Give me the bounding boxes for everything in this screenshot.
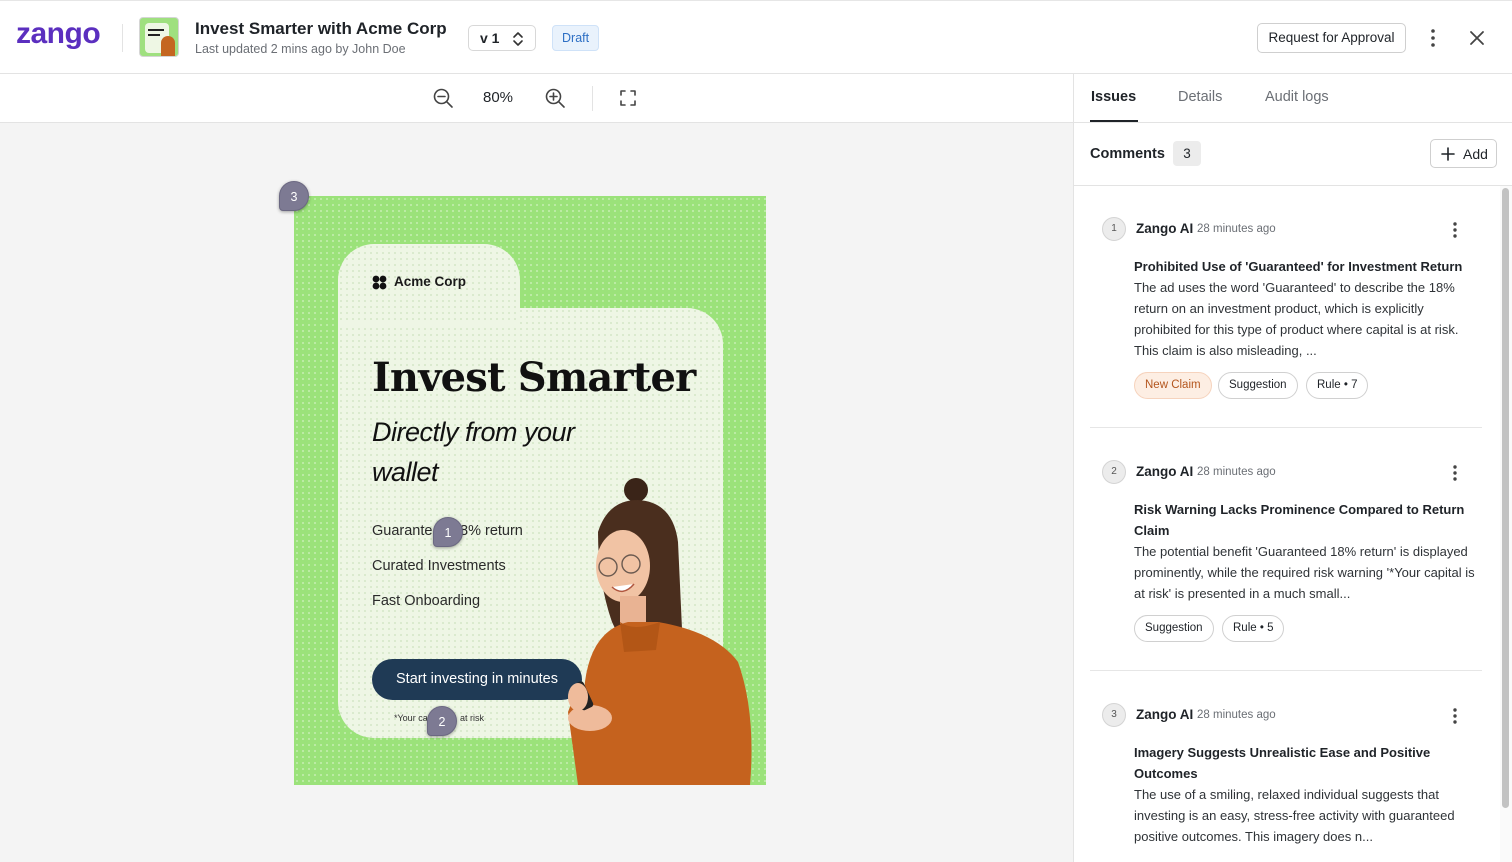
comments-header: Comments 3 Add	[1074, 123, 1512, 186]
canvas-toolbar: 80%	[0, 74, 1073, 123]
ad-risk-warning: *Your ca	[394, 713, 428, 723]
tag-rule[interactable]: Rule • 5	[1222, 615, 1285, 642]
version-selector[interactable]: v 1	[468, 25, 536, 51]
comment-divider	[1090, 670, 1482, 671]
tag-suggestion[interactable]: Suggestion	[1218, 372, 1298, 399]
annotation-pin-2[interactable]: 2	[427, 706, 457, 736]
comment-number: 3	[1102, 703, 1126, 727]
more-options-icon[interactable]	[1422, 26, 1444, 50]
add-label: Add	[1463, 146, 1488, 162]
annotation-pin-3[interactable]: 3	[279, 181, 309, 211]
tab-details[interactable]: Details	[1178, 89, 1222, 105]
ad-bullet-2: Curated Investments	[372, 558, 506, 574]
comment-card[interactable]: 2 Zango AI 28 minutes ago Risk Warning L…	[1090, 460, 1482, 670]
zoom-out-icon[interactable]	[432, 87, 454, 109]
version-label: v 1	[480, 30, 500, 46]
tab-audit-logs[interactable]: Audit logs	[1265, 89, 1329, 105]
person-with-phone-image	[568, 478, 752, 785]
toolbar-divider	[592, 86, 593, 111]
asset-thumbnail	[139, 17, 179, 57]
fullscreen-icon[interactable]	[618, 88, 638, 108]
comment-card[interactable]: 1 Zango AI 28 minutes ago Prohibited Use…	[1090, 217, 1482, 427]
acme-logo-icon	[372, 275, 387, 290]
comment-card[interactable]: 3 Zango AI 28 minutes ago Imagery Sugges…	[1090, 703, 1482, 862]
comment-divider	[1090, 427, 1482, 428]
comment-number: 2	[1102, 460, 1126, 484]
comment-title: Prohibited Use of 'Guaranteed' for Inves…	[1134, 259, 1463, 274]
comment-author: Zango AI	[1136, 221, 1194, 236]
active-tab-indicator	[1090, 120, 1138, 122]
comment-time: 28 minutes ago	[1197, 466, 1276, 478]
status-badge: Draft	[552, 25, 600, 51]
comment-title: Risk Warning Lacks Prominence Compared t…	[1134, 502, 1465, 538]
comment-number: 1	[1102, 217, 1126, 241]
comment-more-icon[interactable]	[1446, 462, 1464, 484]
comment-author: Zango AI	[1136, 707, 1194, 722]
top-bar: zango Invest Smarter with Acme Corp Last…	[0, 0, 1512, 74]
comments-count-badge: 3	[1173, 141, 1201, 166]
ad-brand-name: Acme Corp	[394, 274, 467, 289]
annotation-pin-1[interactable]: 1	[433, 517, 463, 547]
panel-tabs: Issues Details Audit logs	[1074, 74, 1512, 123]
comment-body: The use of a smiling, relaxed individual…	[1134, 787, 1455, 844]
chevron-updown-icon	[513, 32, 523, 46]
comment-more-icon[interactable]	[1446, 705, 1464, 727]
zoom-in-icon[interactable]	[544, 87, 566, 109]
ad-bullet-1b: 8% return	[460, 523, 523, 539]
comment-body: The ad uses the word 'Guaranteed' to des…	[1134, 280, 1459, 358]
ad-risk-warning-end: at risk	[460, 713, 485, 723]
ad-headline: Invest Smarter	[372, 354, 696, 401]
last-updated-text: Last updated 2 mins ago by John Doe	[195, 42, 406, 56]
tag-suggestion[interactable]: Suggestion	[1134, 615, 1214, 642]
request-approval-button[interactable]: Request for Approval	[1257, 23, 1406, 53]
tab-issues[interactable]: Issues	[1091, 89, 1136, 105]
ad-bullet-3: Fast Onboarding	[372, 593, 481, 609]
scrollbar-thumb[interactable]	[1502, 188, 1509, 808]
ad-bullet-1a: Guarante	[372, 523, 433, 539]
zoom-level: 80%	[483, 89, 514, 106]
comment-title: Imagery Suggests Unrealistic Ease and Po…	[1134, 745, 1431, 781]
add-comment-button[interactable]: Add	[1430, 139, 1497, 168]
comments-title: Comments	[1090, 146, 1165, 162]
document-title: Invest Smarter with Acme Corp	[195, 19, 447, 38]
ad-creative[interactable]: Acme Corp Invest Smarter Directly from y…	[294, 196, 766, 785]
close-icon[interactable]	[1466, 26, 1488, 50]
comment-more-icon[interactable]	[1446, 219, 1464, 241]
comment-time: 28 minutes ago	[1197, 223, 1276, 235]
tag-new-claim[interactable]: New Claim	[1134, 372, 1212, 399]
comment-body: The potential benefit 'Guaranteed 18% re…	[1134, 544, 1475, 601]
tag-rule[interactable]: Rule • 7	[1306, 372, 1369, 399]
header-divider	[122, 24, 123, 52]
zango-logo[interactable]: zango	[16, 17, 101, 51]
issues-panel: Issues Details Audit logs Comments 3 Add…	[1073, 74, 1512, 862]
plus-icon	[1441, 147, 1455, 161]
comment-time: 28 minutes ago	[1197, 709, 1276, 721]
comment-author: Zango AI	[1136, 464, 1194, 479]
